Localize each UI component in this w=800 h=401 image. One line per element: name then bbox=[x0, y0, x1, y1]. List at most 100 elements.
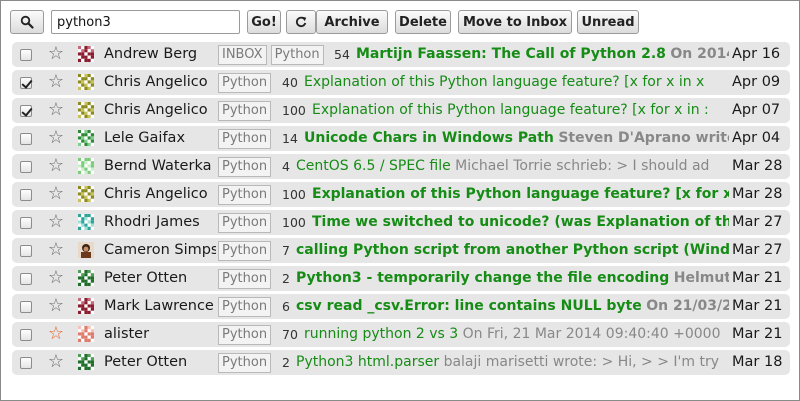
thread-subject[interactable]: CentOS 6.5 / SPEC file Michael Torrie sc… bbox=[296, 154, 729, 179]
select-checkbox[interactable] bbox=[20, 133, 32, 145]
star-icon[interactable]: ☆ bbox=[46, 352, 66, 372]
avatar bbox=[78, 270, 94, 286]
thread-row[interactable]: ☆ Peter Otten Python 2 Python3 html.parser b… bbox=[12, 350, 790, 375]
search-button[interactable] bbox=[10, 10, 44, 34]
thread-row[interactable]: ☆ alister Python 70 running python 2 vs 3 On… bbox=[12, 322, 790, 347]
preview-text: Michael Torrie schrieb: > I should ad bbox=[455, 158, 710, 174]
label-tag[interactable]: Python bbox=[218, 73, 272, 93]
subject-text: Explanation of this Python language feat… bbox=[312, 186, 729, 202]
preview-text: On Fri, 21 Mar 2014 09:40:40 +0000 bbox=[462, 326, 721, 342]
refresh-icon bbox=[296, 16, 307, 28]
thread-subject[interactable]: Explanation of this Python language feat… bbox=[312, 182, 729, 207]
star-icon[interactable]: ☆ bbox=[46, 324, 66, 344]
go-button[interactable]: Go! bbox=[247, 10, 281, 34]
star-icon[interactable]: ☆ bbox=[46, 296, 66, 316]
thread-subject[interactable]: Time we switched to unicode? (was Explan… bbox=[312, 210, 729, 235]
thread-row[interactable]: ☆ Peter Otten Python 2 Python3 - temporarily… bbox=[12, 266, 790, 291]
avatar bbox=[78, 46, 94, 62]
sender-name: Andrew Berg bbox=[104, 46, 198, 62]
message-count: 100 bbox=[282, 187, 306, 202]
thread-date: Apr 07 bbox=[732, 102, 781, 118]
label-tag[interactable]: Python bbox=[218, 297, 272, 317]
select-checkbox[interactable] bbox=[20, 217, 32, 229]
label-tag[interactable]: Python bbox=[218, 241, 272, 261]
subject-text: Explanation of this Python language feat… bbox=[304, 74, 705, 90]
tag-list: Python bbox=[218, 269, 272, 289]
label-tag[interactable]: Python bbox=[218, 129, 272, 149]
select-checkbox[interactable] bbox=[20, 245, 32, 257]
label-tag[interactable]: Python bbox=[218, 213, 272, 233]
tag-list: Python bbox=[218, 241, 272, 261]
thread-subject[interactable]: Martijn Faassen: The Call of Python 2.8 … bbox=[356, 42, 729, 67]
thread-subject[interactable]: Explanation of this Python language feat… bbox=[312, 98, 729, 123]
thread-row[interactable]: ☆ Bernd Waterka Python 4 CentOS 6.5 / SPEC f… bbox=[12, 154, 790, 179]
avatar bbox=[78, 102, 94, 118]
star-icon[interactable]: ☆ bbox=[46, 212, 66, 232]
sender-name: Chris Angelico bbox=[104, 74, 208, 90]
avatar bbox=[78, 186, 94, 202]
thread-date: Mar 27 bbox=[732, 214, 783, 230]
star-icon[interactable]: ☆ bbox=[46, 184, 66, 204]
archive-button[interactable]: Archive bbox=[316, 10, 388, 34]
label-tag[interactable]: Python bbox=[218, 101, 272, 121]
select-checkbox[interactable] bbox=[20, 357, 32, 369]
avatar bbox=[78, 354, 94, 370]
select-checkbox[interactable] bbox=[20, 49, 32, 61]
label-tag[interactable]: Python bbox=[218, 353, 272, 373]
thread-subject[interactable]: calling Python script from another Pytho… bbox=[296, 238, 729, 263]
label-tag[interactable]: Python bbox=[270, 45, 324, 65]
move-to-inbox-button[interactable]: Move to Inbox bbox=[458, 10, 572, 34]
thread-row[interactable]: ☆ Chris Angelico Python 100 Explanation of t… bbox=[12, 182, 790, 207]
select-checkbox[interactable] bbox=[20, 273, 32, 285]
thread-row[interactable]: ☆ Cameron Simps Python 7 calling Python scri… bbox=[12, 238, 790, 263]
star-icon[interactable]: ☆ bbox=[46, 268, 66, 288]
star-icon[interactable]: ☆ bbox=[46, 100, 66, 120]
select-checkbox[interactable] bbox=[20, 77, 32, 89]
label-tag[interactable]: INBOX bbox=[218, 45, 267, 65]
thread-row[interactable]: ☆ Chris Angelico Python 40 Explanation of th… bbox=[12, 70, 790, 95]
thread-row[interactable]: ☆ Andrew Berg INBOX Python 54 Martijn Faassen… bbox=[12, 42, 790, 67]
message-count: 7 bbox=[282, 243, 290, 258]
delete-button[interactable]: Delete bbox=[395, 10, 451, 34]
label-tag[interactable]: Python bbox=[218, 157, 272, 177]
star-icon[interactable]: ☆ bbox=[46, 44, 66, 64]
label-tag[interactable]: Python bbox=[218, 185, 272, 205]
preview-text: Helmut Jar bbox=[673, 270, 729, 286]
message-count: 6 bbox=[282, 299, 290, 314]
refresh-button[interactable] bbox=[286, 10, 316, 34]
label-tag[interactable]: Python bbox=[218, 269, 272, 289]
star-icon[interactable]: ☆ bbox=[46, 128, 66, 148]
thread-subject[interactable]: Python3 html.parser balaji marisetti wro… bbox=[296, 350, 729, 375]
preview-text: On 21/03/201 bbox=[646, 298, 729, 314]
star-icon[interactable]: ☆ bbox=[46, 240, 66, 260]
thread-date: Apr 04 bbox=[732, 130, 781, 146]
select-checkbox[interactable] bbox=[20, 189, 32, 201]
tag-list: INBOX Python bbox=[218, 45, 324, 65]
unread-button[interactable]: Unread bbox=[577, 10, 639, 34]
select-checkbox[interactable] bbox=[20, 301, 32, 313]
star-icon[interactable]: ☆ bbox=[46, 156, 66, 176]
thread-date: Mar 21 bbox=[732, 298, 783, 314]
thread-subject[interactable]: running python 2 vs 3 On Fri, 21 Mar 201… bbox=[304, 322, 729, 347]
thread-row[interactable]: ☆ Mark Lawrence Python 6 csv read _csv.Error… bbox=[12, 294, 790, 319]
thread-row[interactable]: ☆ Chris Angelico Python 100 Explanation of t… bbox=[12, 98, 790, 123]
thread-subject[interactable]: Explanation of this Python language feat… bbox=[304, 70, 729, 95]
thread-row[interactable]: ☆ Rhodri James Python 100 Time we switched t… bbox=[12, 210, 790, 235]
select-checkbox[interactable] bbox=[20, 161, 32, 173]
thread-subject[interactable]: Unicode Chars in Windows Path Steven D'A… bbox=[304, 126, 729, 151]
message-count: 4 bbox=[282, 159, 290, 174]
thread-subject[interactable]: Python3 - temporarily change the file en… bbox=[296, 266, 729, 291]
select-checkbox[interactable] bbox=[20, 105, 32, 117]
star-icon[interactable]: ☆ bbox=[46, 72, 66, 92]
thread-row[interactable]: ☆ Lele Gaifax Python 14 Unicode Chars in Win… bbox=[12, 126, 790, 151]
preview-text: balaji marisetti wrote: > Hi, > > I'm tr… bbox=[443, 354, 720, 370]
sender-name: Bernd Waterka bbox=[104, 158, 212, 174]
subject-text: Python3 html.parser bbox=[296, 354, 440, 370]
thread-subject[interactable]: csv read _csv.Error: line contains NULL … bbox=[296, 294, 729, 319]
search-input[interactable]: python3 bbox=[51, 10, 240, 34]
tag-list: Python bbox=[218, 129, 272, 149]
label-tag[interactable]: Python bbox=[218, 325, 272, 345]
tag-list: Python bbox=[218, 297, 272, 317]
select-checkbox[interactable] bbox=[20, 329, 32, 341]
message-count: 70 bbox=[282, 327, 298, 342]
